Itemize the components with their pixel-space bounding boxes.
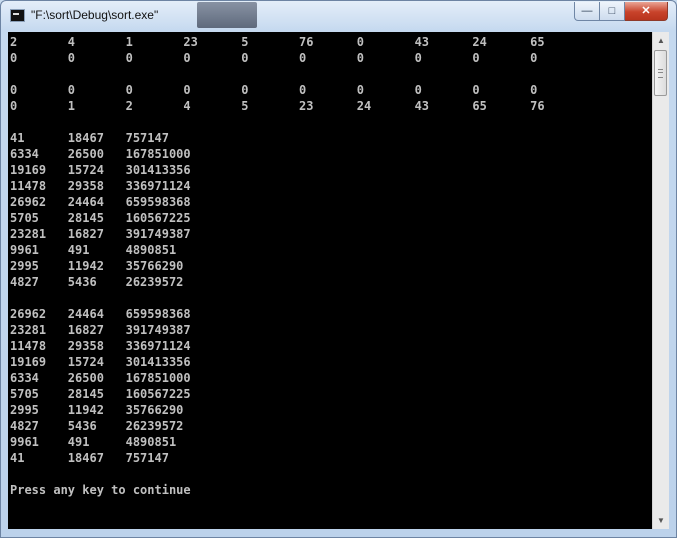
console-line: 26962 24464 659598368	[10, 307, 191, 321]
console-line: 23281 16827 391749387	[10, 227, 191, 241]
maximize-button[interactable]: □	[600, 2, 625, 21]
scroll-thumb[interactable]	[654, 50, 667, 96]
console-line: 9961 491 4890851	[10, 435, 177, 449]
console-line: 6334 26500 167851000	[10, 371, 191, 385]
background-blur-region	[197, 2, 257, 28]
minimize-button[interactable]: —	[574, 2, 600, 21]
window-title: "F:\sort\Debug\sort.exe"	[31, 8, 159, 22]
console-line: 11478 29358 336971124	[10, 179, 191, 193]
console-line: 19169 15724 301413356	[10, 163, 191, 177]
console-line: 2 4 1 23 5 76 0 43 24 65	[10, 35, 545, 49]
console-line: 5705 28145 160567225	[10, 211, 191, 225]
console-line: 23281 16827 391749387	[10, 323, 191, 337]
console-text: 2 4 1 23 5 76 0 43 24 65 0 0 0 0 0 0 0 0 …	[10, 34, 545, 498]
scroll-up-arrow-icon[interactable]: ▲	[653, 32, 669, 49]
console-line: 41 18467 757147	[10, 451, 169, 465]
console-line: 19169 15724 301413356	[10, 355, 191, 369]
console-line: 4827 5436 26239572	[10, 275, 184, 289]
console-line: 11478 29358 336971124	[10, 339, 191, 353]
caption-buttons: — □ ✕	[574, 2, 668, 21]
scroll-down-arrow-icon[interactable]: ▼	[653, 512, 669, 529]
close-button[interactable]: ✕	[625, 2, 668, 21]
console-line: 2995 11942 35766290	[10, 403, 184, 417]
console-line: Press any key to continue	[10, 483, 191, 497]
console-line: 0 0 0 0 0 0 0 0 0 0	[10, 83, 538, 97]
console-window: "F:\sort\Debug\sort.exe" — □ ✕ 2 4 1 23 …	[0, 0, 677, 538]
vertical-scrollbar[interactable]: ▲ ▼	[652, 32, 669, 529]
console-line: 0 0 0 0 0 0 0 0 0 0	[10, 51, 538, 65]
console-line: 4827 5436 26239572	[10, 419, 184, 433]
console-line: 0 1 2 4 5 23 24 43 65 76	[10, 99, 545, 113]
console-line: 6334 26500 167851000	[10, 147, 191, 161]
scroll-grip-icon	[658, 69, 663, 78]
console-line: 5705 28145 160567225	[10, 387, 191, 401]
console-output-area[interactable]: 2 4 1 23 5 76 0 43 24 65 0 0 0 0 0 0 0 0 …	[8, 32, 652, 529]
console-app-icon[interactable]	[10, 9, 25, 22]
title-bar[interactable]: "F:\sort\Debug\sort.exe" — □ ✕	[1, 1, 676, 31]
console-line: 2995 11942 35766290	[10, 259, 184, 273]
console-line: 9961 491 4890851	[10, 243, 177, 257]
console-line: 26962 24464 659598368	[10, 195, 191, 209]
console-line: 41 18467 757147	[10, 131, 169, 145]
